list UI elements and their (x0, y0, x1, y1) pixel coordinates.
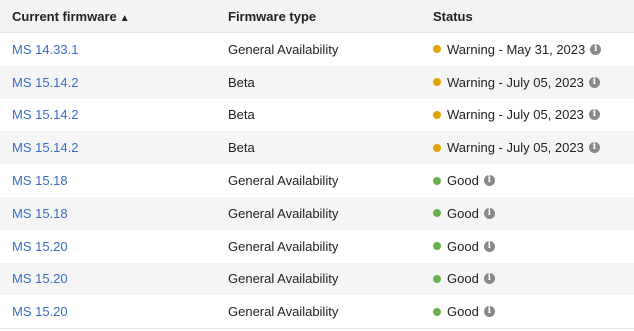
table-row: MS 15.14.2 Beta Warning - July 05, 2023 i (0, 99, 634, 132)
good-dot-icon (433, 176, 441, 185)
info-icon[interactable]: i (588, 109, 600, 121)
cell-status: Good i (420, 206, 634, 221)
table-row: MS 15.14.2 Beta Warning - July 05, 2023 i (0, 65, 634, 99)
cell-status: Warning - July 05, 2023 i (420, 140, 634, 155)
cell-status: Good i (420, 173, 634, 188)
warning-dot-icon (433, 143, 441, 152)
cell-firmware-type: General Availability (228, 173, 339, 189)
cell-current-firmware: MS 14.33.1 (0, 42, 215, 57)
info-icon[interactable]: i (483, 240, 495, 252)
cell-current-firmware: MS 15.20 (0, 239, 215, 254)
status-text: Good (447, 238, 479, 254)
cell-status: Good i (420, 239, 634, 254)
warning-dot-icon (433, 78, 441, 87)
firmware-link[interactable]: MS 15.18 (12, 173, 68, 188)
cell-firmware-type: General Availability (228, 205, 339, 221)
status-text: Good (447, 271, 479, 287)
cell-current-firmware: MS 15.18 (0, 206, 215, 221)
cell-firmware-type: General Availability (228, 304, 339, 320)
firmware-link[interactable]: MS 15.20 (12, 271, 68, 286)
good-dot-icon (433, 242, 441, 251)
sort-ascending-icon: ▲ (119, 12, 130, 24)
firmware-link[interactable]: MS 15.18 (12, 206, 68, 221)
cell-firmware-type: Beta (228, 140, 255, 156)
info-icon[interactable]: i (483, 273, 495, 285)
status-text: Warning - July 05, 2023 (447, 74, 584, 90)
firmware-link[interactable]: MS 14.33.1 (12, 42, 79, 57)
table-body: MS 14.33.1 General Availability Warning - … (0, 33, 634, 328)
table-row: MS 15.20 General Availability Good i (0, 262, 634, 296)
table-row: MS 15.20 General Availability Good i (0, 230, 634, 263)
table-row: MS 14.33.1 General Availability Warning - … (0, 33, 634, 66)
info-icon[interactable]: i (483, 306, 495, 318)
firmware-link[interactable]: MS 15.14.2 (12, 140, 79, 155)
cell-status: Good i (420, 271, 634, 286)
cell-status: Warning - July 05, 2023 i (420, 75, 634, 90)
column-header-current-firmware[interactable]: Current firmware ▲ (0, 9, 215, 24)
info-icon[interactable]: i (483, 175, 495, 187)
cell-firmware-type: General Availability (228, 238, 339, 254)
status-text: Good (447, 173, 479, 189)
cell-firmware-type: General Availability (228, 271, 339, 287)
firmware-table: Current firmware ▲ Firmware type Status M… (0, 0, 634, 330)
cell-current-firmware: MS 15.14.2 (0, 140, 215, 155)
table-row: MS 15.20 General Availability Good i (0, 295, 634, 328)
cell-status: Warning - July 05, 2023 i (420, 107, 634, 122)
warning-dot-icon (433, 110, 441, 119)
firmware-link[interactable]: MS 15.20 (12, 304, 68, 319)
cell-current-firmware: MS 15.20 (0, 304, 215, 319)
status-text: Warning - July 05, 2023 (447, 140, 584, 156)
good-dot-icon (433, 209, 441, 218)
column-header-firmware-type[interactable]: Firmware type (215, 9, 420, 24)
info-icon[interactable]: i (483, 207, 495, 219)
info-icon[interactable]: i (588, 76, 600, 88)
info-icon[interactable]: i (588, 142, 600, 154)
column-header-label: Current firmware (12, 8, 117, 24)
firmware-link[interactable]: MS 15.14.2 (12, 75, 79, 90)
status-text: Warning - July 05, 2023 (447, 107, 584, 123)
cell-current-firmware: MS 15.18 (0, 173, 215, 188)
column-header-status[interactable]: Status (420, 9, 634, 24)
warning-dot-icon (433, 45, 441, 54)
cell-status: Good i (420, 304, 634, 319)
cell-current-firmware: MS 15.14.2 (0, 107, 215, 122)
column-header-label: Status (433, 8, 473, 24)
cell-firmware-type: Beta (228, 74, 255, 90)
status-text: Good (447, 205, 479, 221)
status-text: Warning - May 31, 2023 (447, 41, 586, 57)
cell-current-firmware: MS 15.14.2 (0, 75, 215, 90)
table-row: MS 15.14.2 Beta Warning - July 05, 2023 i (0, 131, 634, 165)
table-header: Current firmware ▲ Firmware type Status (0, 0, 634, 33)
cell-status: Warning - May 31, 2023 i (420, 42, 634, 57)
table-bottom-divider (0, 328, 634, 330)
table-row: MS 15.18 General Availability Good i (0, 196, 634, 230)
table-row: MS 15.18 General Availability Good i (0, 164, 634, 197)
info-icon[interactable]: i (590, 43, 602, 55)
good-dot-icon (433, 307, 441, 316)
column-header-label: Firmware type (228, 8, 317, 24)
firmware-link[interactable]: MS 15.14.2 (12, 107, 79, 122)
cell-firmware-type: Beta (228, 107, 255, 123)
status-text: Good (447, 304, 479, 320)
firmware-link[interactable]: MS 15.20 (12, 239, 68, 254)
cell-firmware-type: General Availability (228, 41, 339, 57)
good-dot-icon (433, 274, 441, 283)
cell-current-firmware: MS 15.20 (0, 271, 215, 286)
